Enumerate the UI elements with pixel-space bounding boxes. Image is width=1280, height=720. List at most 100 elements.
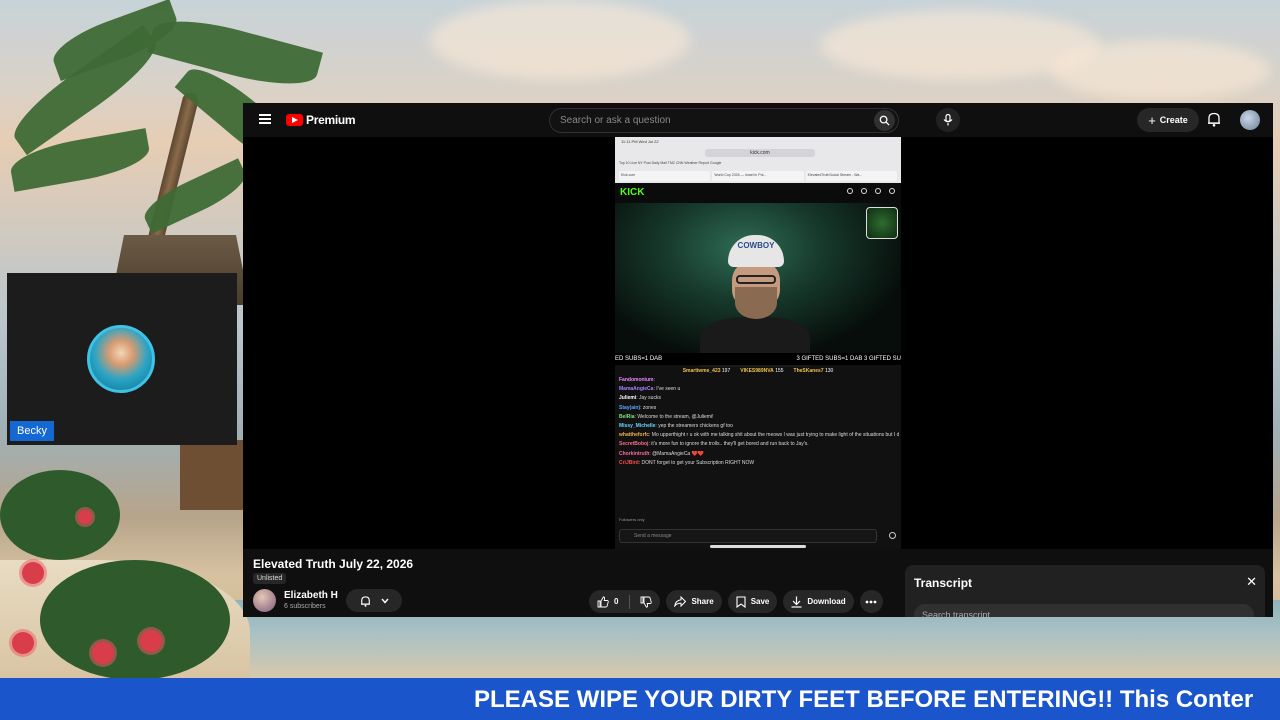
transcript-search-input[interactable] xyxy=(914,604,1254,617)
logo-text: Premium xyxy=(306,113,356,127)
goal-left-text: ED SUBS=1 DAB xyxy=(615,356,663,362)
youtube-logo[interactable]: Premium xyxy=(286,113,356,127)
search-bar xyxy=(549,108,899,133)
plus-icon: + xyxy=(1148,112,1156,128)
profile-avatar xyxy=(87,325,155,393)
gifter-item: TheSKanes7 130 xyxy=(793,368,834,374)
chat-username[interactable]: whattheforfc xyxy=(619,432,649,438)
chat-message: Missy_Michelle: yep the streamers chicke… xyxy=(619,422,733,429)
more-actions-button[interactable] xyxy=(859,590,883,613)
ticker-text: PLEASE WIPE YOUR DIRTY FEET BEFORE ENTER… xyxy=(474,686,1254,713)
search-button[interactable] xyxy=(874,110,895,131)
video-frame[interactable]: 11:11 PM Wed Jul 22 kick.com Top 10 Live… xyxy=(615,137,901,549)
menu-icon[interactable] xyxy=(259,114,271,124)
browser-tab: Kick.com xyxy=(619,171,711,181)
like-button[interactable]: 0 xyxy=(589,590,661,613)
status-time: 11:11 PM Wed Jul 22 xyxy=(621,139,659,144)
palm-frond xyxy=(138,158,252,234)
chat-message: Juliemi: Jay sucks xyxy=(619,395,661,402)
download-icon xyxy=(791,596,802,608)
bookmark-icon xyxy=(736,595,746,608)
kick-logo: KICK xyxy=(620,187,645,198)
video-player[interactable]: 11:11 PM Wed Jul 22 kick.com Top 10 Live… xyxy=(243,137,1273,549)
divider xyxy=(629,594,631,609)
thumbs-up-icon xyxy=(597,595,609,607)
share-button[interactable]: Share xyxy=(666,590,722,613)
streamer-camera: COWBOY xyxy=(615,203,901,367)
search-icon xyxy=(875,188,881,194)
chat-username[interactable]: Fandomonium xyxy=(619,377,653,383)
top-gifters: Smartiwme_423 197 VIKES989NVA 155 TheSKa… xyxy=(615,366,901,376)
share-icon xyxy=(674,596,687,607)
hibiscus-flower xyxy=(78,510,92,524)
chat-username[interactable]: Stay(ain) xyxy=(619,405,640,411)
more-horizontal-icon xyxy=(865,600,877,603)
streamer-glasses xyxy=(736,275,776,284)
share-label: Share xyxy=(691,597,714,606)
download-button[interactable]: Download xyxy=(783,590,854,613)
chevron-down-icon xyxy=(380,598,389,604)
gifter-item: Smartiwme_423 197 xyxy=(682,368,731,374)
goal-right-text: 3 GIFTED SUBS=1 DAB 3 GIFTED SU xyxy=(796,356,901,362)
chat-username[interactable]: MamaAngieCa xyxy=(619,386,653,392)
browser-tab: World Cup 2026 — Israel in Pot... xyxy=(712,171,804,181)
gift-icon xyxy=(847,188,853,194)
channel-name[interactable]: Elizabeth H xyxy=(284,590,338,601)
cowboy-cap: COWBOY xyxy=(728,235,784,267)
sub-goal-banner: ED SUBS=1 DAB 3 GIFTED SUBS=1 DAB 3 GIFT… xyxy=(615,353,901,365)
streamer-beard xyxy=(735,287,777,319)
chat-username[interactable]: Chorkintruth xyxy=(619,451,649,457)
microphone-icon xyxy=(943,114,953,126)
create-label: Create xyxy=(1159,115,1188,125)
hibiscus-flower xyxy=(140,630,162,652)
chat-message: CriJBird: DONT forget to get your Subscr… xyxy=(619,459,755,466)
save-label: Save xyxy=(750,597,770,606)
chat-username[interactable]: Juliemi xyxy=(619,395,636,401)
close-icon[interactable]: ✕ xyxy=(1246,574,1257,590)
followers-only-note: Followers only xyxy=(619,517,645,522)
bell-icon xyxy=(1208,112,1220,127)
webcam-overlay: Becky xyxy=(7,273,237,445)
transcript-panel: Transcript ✕ xyxy=(905,565,1265,617)
chat-text: Jay sucks xyxy=(639,395,661,402)
voice-search-button[interactable] xyxy=(936,108,960,132)
browser-tab: ElevatedTruthSocial Stream - Wa... xyxy=(805,171,897,181)
chat-text: I've seen u xyxy=(656,386,681,393)
hibiscus-flower xyxy=(12,632,34,654)
chat-input: Send a message xyxy=(619,529,877,543)
notification-bell-button[interactable] xyxy=(346,589,402,612)
scrub-bar[interactable] xyxy=(710,545,806,548)
chat-username[interactable]: SecretBoboj xyxy=(619,441,648,447)
save-button[interactable]: Save xyxy=(727,590,778,613)
youtube-play-icon xyxy=(286,114,303,126)
chat-text: yep the streamers chickens gf too xyxy=(658,422,733,429)
chat-username[interactable]: BelRia xyxy=(619,414,635,420)
account-avatar[interactable] xyxy=(1240,110,1260,130)
streamer: COWBOY xyxy=(700,235,810,367)
hibiscus-flower xyxy=(22,562,44,584)
thumbs-down-icon[interactable] xyxy=(640,596,653,608)
gear-icon xyxy=(889,532,896,539)
video-actions: 0 Share Save Download xyxy=(589,590,883,613)
chat-message: Fandomonium: xyxy=(619,377,655,383)
stream-chat: Fandomonium: MamaAngieCa: I've seen u Jul… xyxy=(619,377,899,522)
chat-message: Chorkintruth: @MamaAngieCa ❤️❤️ xyxy=(619,450,705,457)
subscriber-count: 6 subscribers xyxy=(284,603,326,610)
chat-message: SecretBoboj: it's more fun to ignore the… xyxy=(619,441,809,448)
globe-icon xyxy=(861,188,867,194)
bell-icon xyxy=(360,595,370,607)
chat-text: @MamaAngieCa ❤️❤️ xyxy=(652,450,705,457)
channel-avatar[interactable] xyxy=(253,589,276,612)
transcript-title: Transcript xyxy=(914,576,973,590)
chat-username[interactable]: Missy_Michelle xyxy=(619,423,655,429)
bookmarks-bar: Top 10 Live NY Post Daily Mail TMZ CNN W… xyxy=(619,161,722,165)
notifications-button[interactable] xyxy=(1207,111,1225,129)
bush xyxy=(0,470,120,560)
search-icon xyxy=(879,115,890,126)
chat-text: zones xyxy=(642,404,657,411)
chat-username[interactable]: CriJBird xyxy=(619,460,639,466)
chat-text: Welcome to the stream, @Juliemi! xyxy=(637,413,714,420)
hibiscus-flower xyxy=(92,642,114,664)
create-button[interactable]: + Create xyxy=(1137,108,1199,132)
search-input[interactable] xyxy=(560,109,860,132)
